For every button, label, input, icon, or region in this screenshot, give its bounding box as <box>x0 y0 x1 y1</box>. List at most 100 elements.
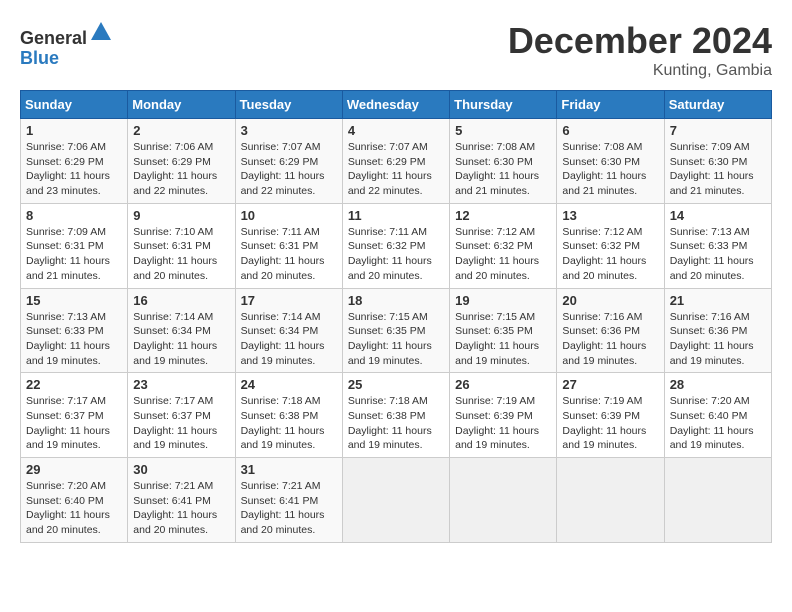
logo: General Blue <box>20 20 113 69</box>
day-number: 21 <box>670 293 766 308</box>
calendar-week-row: 22 Sunrise: 7:17 AMSunset: 6:37 PMDayligh… <box>21 373 772 458</box>
day-info: Sunrise: 7:15 AMSunset: 6:35 PMDaylight:… <box>348 310 444 369</box>
calendar-week-row: 8Sunrise: 7:09 AMSunset: 6:31 PMDaylight… <box>21 203 772 288</box>
calendar-day-cell: 28 Sunrise: 7:20 AMSunset: 6:40 PMDayligh… <box>664 373 771 458</box>
logo-general: General <box>20 28 87 48</box>
day-number: 24 <box>241 377 337 392</box>
calendar-day-cell: 22Sunrise: 7:17 AMSunset: 6:37 PMDayligh… <box>21 373 128 458</box>
calendar-day-cell: 16 Sunrise: 7:14 AMSunset: 6:34 PMDayligh… <box>128 288 235 373</box>
calendar-empty-cell <box>664 458 771 543</box>
day-info: Sunrise: 7:11 AMSunset: 6:31 PMDaylight:… <box>241 225 337 284</box>
calendar-day-cell: 24Sunrise: 7:18 AMSunset: 6:38 PMDayligh… <box>235 373 342 458</box>
calendar-header-saturday: Saturday <box>664 91 771 119</box>
calendar-day-cell: 10 Sunrise: 7:11 AMSunset: 6:31 PMDayligh… <box>235 203 342 288</box>
day-number: 20 <box>562 293 658 308</box>
calendar-day-cell: 6 Sunrise: 7:08 AMSunset: 6:30 PMDaylight… <box>557 119 664 204</box>
calendar-day-cell: 27 Sunrise: 7:19 AMSunset: 6:39 PMDayligh… <box>557 373 664 458</box>
day-info: Sunrise: 7:21 AMSunset: 6:41 PMDaylight:… <box>133 479 229 538</box>
calendar-day-cell: 21 Sunrise: 7:16 AMSunset: 6:36 PMDayligh… <box>664 288 771 373</box>
day-number: 15 <box>26 293 122 308</box>
day-number: 23 <box>133 377 229 392</box>
day-info: Sunrise: 7:19 AMSunset: 6:39 PMDaylight:… <box>455 394 551 453</box>
calendar-day-cell: 23 Sunrise: 7:17 AMSunset: 6:37 PMDayligh… <box>128 373 235 458</box>
calendar-week-row: 15Sunrise: 7:13 AMSunset: 6:33 PMDayligh… <box>21 288 772 373</box>
day-info: Sunrise: 7:06 AMSunset: 6:29 PMDaylight:… <box>133 140 229 199</box>
day-info: Sunrise: 7:13 AMSunset: 6:33 PMDaylight:… <box>670 225 766 284</box>
day-info: Sunrise: 7:21 AMSunset: 6:41 PMDaylight:… <box>241 479 337 538</box>
day-info: Sunrise: 7:16 AMSunset: 6:36 PMDaylight:… <box>670 310 766 369</box>
calendar-day-cell: 29 Sunrise: 7:20 AMSunset: 6:40 PMDayligh… <box>21 458 128 543</box>
day-number: 6 <box>562 123 658 138</box>
day-number: 18 <box>348 293 444 308</box>
calendar-day-cell: 15Sunrise: 7:13 AMSunset: 6:33 PMDayligh… <box>21 288 128 373</box>
day-info: Sunrise: 7:14 AMSunset: 6:34 PMDaylight:… <box>133 310 229 369</box>
day-info: Sunrise: 7:20 AMSunset: 6:40 PMDaylight:… <box>670 394 766 453</box>
day-info: Sunrise: 7:12 AMSunset: 6:32 PMDaylight:… <box>455 225 551 284</box>
calendar-header-friday: Friday <box>557 91 664 119</box>
day-info: Sunrise: 7:07 AMSunset: 6:29 PMDaylight:… <box>348 140 444 199</box>
calendar-day-cell: 11 Sunrise: 7:11 AMSunset: 6:32 PMDayligh… <box>342 203 449 288</box>
day-info: Sunrise: 7:12 AMSunset: 6:32 PMDaylight:… <box>562 225 658 284</box>
logo-blue: Blue <box>20 48 59 68</box>
calendar-day-cell: 14 Sunrise: 7:13 AMSunset: 6:33 PMDayligh… <box>664 203 771 288</box>
day-number: 16 <box>133 293 229 308</box>
day-number: 2 <box>133 123 229 138</box>
calendar-header-monday: Monday <box>128 91 235 119</box>
day-info: Sunrise: 7:18 AMSunset: 6:38 PMDaylight:… <box>348 394 444 453</box>
day-info: Sunrise: 7:19 AMSunset: 6:39 PMDaylight:… <box>562 394 658 453</box>
day-number: 7 <box>670 123 766 138</box>
calendar-day-cell: 8Sunrise: 7:09 AMSunset: 6:31 PMDaylight… <box>21 203 128 288</box>
logo-icon <box>89 20 113 44</box>
day-number: 11 <box>348 208 444 223</box>
calendar-header-thursday: Thursday <box>450 91 557 119</box>
calendar-day-cell: 7Sunrise: 7:09 AMSunset: 6:30 PMDaylight… <box>664 119 771 204</box>
day-number: 1 <box>26 123 122 138</box>
day-info: Sunrise: 7:16 AMSunset: 6:36 PMDaylight:… <box>562 310 658 369</box>
day-info: Sunrise: 7:07 AMSunset: 6:29 PMDaylight:… <box>241 140 337 199</box>
day-number: 10 <box>241 208 337 223</box>
calendar-day-cell: 31 Sunrise: 7:21 AMSunset: 6:41 PMDayligh… <box>235 458 342 543</box>
calendar-day-cell: 1 Sunrise: 7:06 AMSunset: 6:29 PMDaylight… <box>21 119 128 204</box>
calendar-day-cell: 20 Sunrise: 7:16 AMSunset: 6:36 PMDayligh… <box>557 288 664 373</box>
page-header: General Blue December 2024 Kunting, Gamb… <box>20 20 772 80</box>
calendar-header-row: SundayMondayTuesdayWednesdayThursdayFrid… <box>21 91 772 119</box>
day-number: 29 <box>26 462 122 477</box>
calendar-day-cell: 30 Sunrise: 7:21 AMSunset: 6:41 PMDayligh… <box>128 458 235 543</box>
day-info: Sunrise: 7:15 AMSunset: 6:35 PMDaylight:… <box>455 310 551 369</box>
day-info: Sunrise: 7:09 AMSunset: 6:31 PMDaylight:… <box>26 225 122 284</box>
day-info: Sunrise: 7:20 AMSunset: 6:40 PMDaylight:… <box>26 479 122 538</box>
title-block: December 2024 Kunting, Gambia <box>508 20 772 80</box>
day-number: 22 <box>26 377 122 392</box>
calendar-empty-cell <box>342 458 449 543</box>
day-info: Sunrise: 7:17 AMSunset: 6:37 PMDaylight:… <box>133 394 229 453</box>
calendar-day-cell: 25Sunrise: 7:18 AMSunset: 6:38 PMDayligh… <box>342 373 449 458</box>
day-number: 19 <box>455 293 551 308</box>
day-number: 28 <box>670 377 766 392</box>
calendar-header-wednesday: Wednesday <box>342 91 449 119</box>
day-info: Sunrise: 7:14 AMSunset: 6:34 PMDaylight:… <box>241 310 337 369</box>
day-number: 4 <box>348 123 444 138</box>
day-info: Sunrise: 7:10 AMSunset: 6:31 PMDaylight:… <box>133 225 229 284</box>
day-number: 5 <box>455 123 551 138</box>
calendar-day-cell: 2 Sunrise: 7:06 AMSunset: 6:29 PMDaylight… <box>128 119 235 204</box>
day-number: 17 <box>241 293 337 308</box>
day-number: 26 <box>455 377 551 392</box>
day-number: 12 <box>455 208 551 223</box>
calendar-day-cell: 12 Sunrise: 7:12 AMSunset: 6:32 PMDayligh… <box>450 203 557 288</box>
day-number: 14 <box>670 208 766 223</box>
calendar-day-cell: 3Sunrise: 7:07 AMSunset: 6:29 PMDaylight… <box>235 119 342 204</box>
location-subtitle: Kunting, Gambia <box>508 62 772 80</box>
day-info: Sunrise: 7:11 AMSunset: 6:32 PMDaylight:… <box>348 225 444 284</box>
calendar-week-row: 1 Sunrise: 7:06 AMSunset: 6:29 PMDaylight… <box>21 119 772 204</box>
calendar-empty-cell <box>557 458 664 543</box>
day-number: 31 <box>241 462 337 477</box>
calendar-day-cell: 18 Sunrise: 7:15 AMSunset: 6:35 PMDayligh… <box>342 288 449 373</box>
calendar-header-sunday: Sunday <box>21 91 128 119</box>
day-info: Sunrise: 7:08 AMSunset: 6:30 PMDaylight:… <box>562 140 658 199</box>
day-number: 27 <box>562 377 658 392</box>
calendar-day-cell: 17 Sunrise: 7:14 AMSunset: 6:34 PMDayligh… <box>235 288 342 373</box>
day-number: 13 <box>562 208 658 223</box>
day-number: 30 <box>133 462 229 477</box>
day-info: Sunrise: 7:06 AMSunset: 6:29 PMDaylight:… <box>26 140 122 199</box>
calendar-day-cell: 26 Sunrise: 7:19 AMSunset: 6:39 PMDayligh… <box>450 373 557 458</box>
